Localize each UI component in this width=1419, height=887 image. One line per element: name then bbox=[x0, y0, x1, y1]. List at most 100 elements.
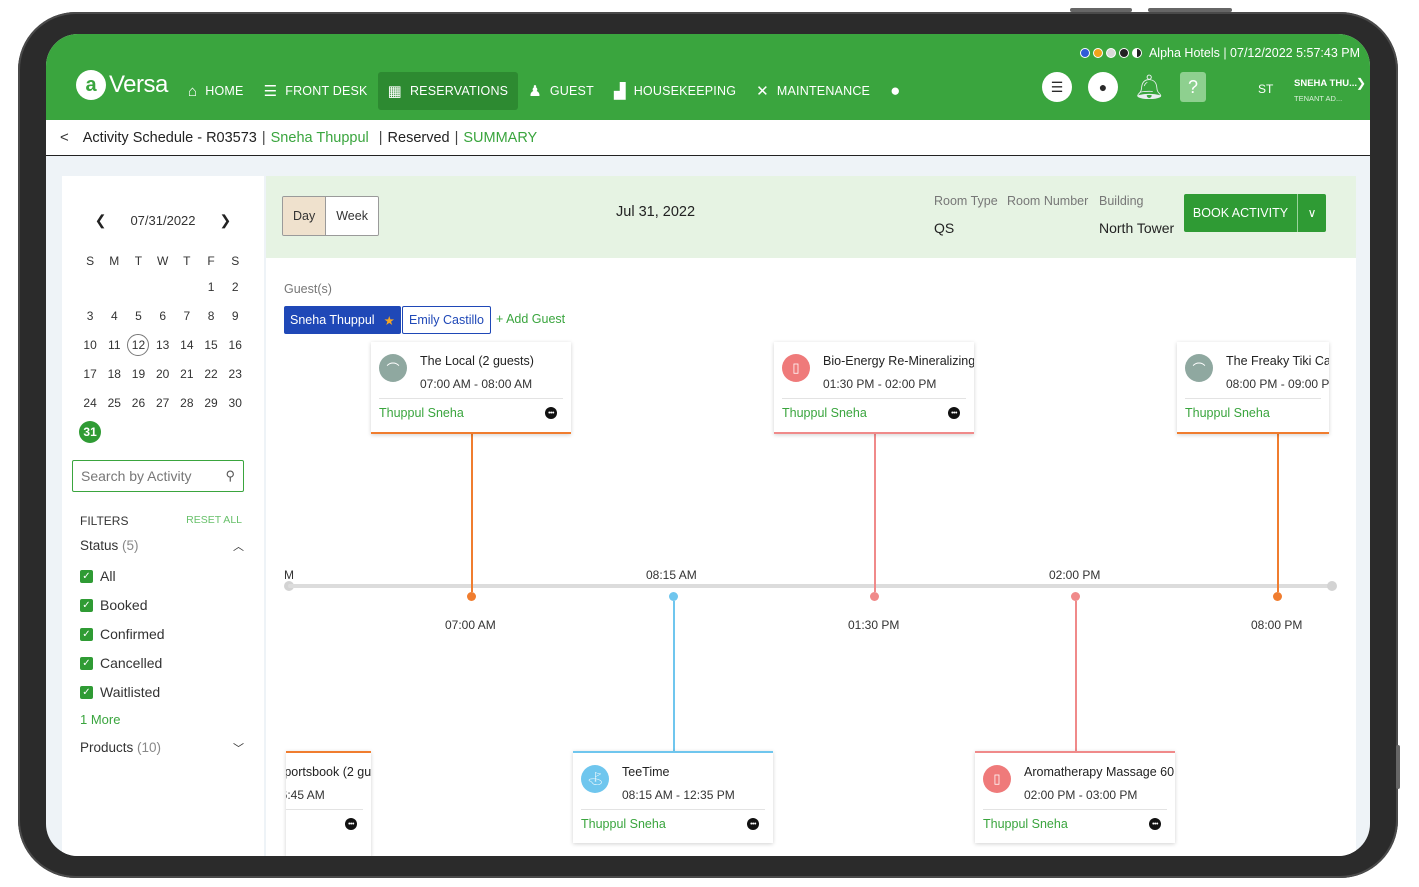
checkbox-checked-icon[interactable]: ✓ bbox=[80, 656, 93, 670]
calendar-day[interactable]: 8 bbox=[199, 305, 223, 327]
timeline-marker[interactable] bbox=[669, 592, 678, 601]
activity-title: TeeTime bbox=[622, 765, 670, 779]
calendar-day[interactable]: 22 bbox=[199, 363, 223, 385]
calendar-header: ❮ 07/31/2022 ❯ bbox=[62, 212, 264, 229]
filter-waitlisted[interactable]: ✓ Waitlisted bbox=[80, 684, 160, 700]
checkbox-checked-icon[interactable]: ✓ bbox=[80, 685, 93, 699]
timeline-axis bbox=[288, 584, 1332, 588]
status-filter-toggle[interactable]: Status (5) ︿ bbox=[80, 538, 244, 554]
add-guest-button[interactable]: + Add Guest bbox=[496, 312, 565, 326]
more-options-icon[interactable]: ••• bbox=[747, 818, 759, 830]
calendar-day[interactable]: 12 bbox=[126, 333, 150, 356]
calendar-day[interactable]: 13 bbox=[151, 334, 175, 356]
products-filter-toggle[interactable]: Products (10) ﹀ bbox=[80, 740, 244, 756]
calendar-day[interactable]: 7 bbox=[175, 305, 199, 327]
view-day-button[interactable]: Day bbox=[283, 197, 327, 235]
calendar-day[interactable]: 26 bbox=[126, 392, 150, 414]
calendar-day[interactable]: 19 bbox=[126, 363, 150, 385]
nav-reservations[interactable]: ▦ RESERVATIONS bbox=[377, 72, 519, 110]
calendar-day[interactable]: 16 bbox=[223, 334, 247, 356]
calendar-day[interactable]: 1 bbox=[199, 276, 223, 298]
activity-card[interactable]: ▯ Aromatherapy Massage 60 Min 02:00 PM -… bbox=[975, 751, 1175, 843]
calendar-day[interactable]: 28 bbox=[175, 392, 199, 414]
summary-link[interactable]: SUMMARY bbox=[463, 130, 537, 146]
activity-card[interactable]: ⛳︎ TeeTime 08:15 AM - 12:35 PM Thuppul S… bbox=[573, 751, 773, 843]
book-activity-button[interactable]: BOOK ACTIVITY ∨ bbox=[1184, 194, 1326, 232]
timeline-marker[interactable] bbox=[870, 592, 879, 601]
activity-time: 08:00 PM - 09:00 PM bbox=[1226, 377, 1329, 391]
search-activity-input[interactable]: Search by Activity ⚲ bbox=[72, 460, 244, 492]
more-filters-link[interactable]: 1 More bbox=[80, 712, 120, 727]
calendar-day[interactable]: 5 bbox=[126, 305, 150, 327]
calendar-day[interactable]: 4 bbox=[102, 305, 126, 327]
reset-all-button[interactable]: RESET ALL bbox=[186, 514, 242, 528]
activity-card[interactable]: ▯ Bio-Energy Re-Mineralizing Facial 01:3… bbox=[774, 342, 974, 434]
calendar-day-number: 19 bbox=[131, 366, 146, 381]
nav-more[interactable]: ● bbox=[880, 72, 918, 110]
versa-logo[interactable]: a Versa bbox=[76, 70, 168, 100]
calendar-day[interactable]: 30 bbox=[223, 392, 247, 414]
timeline-marker[interactable] bbox=[1273, 592, 1282, 601]
back-icon[interactable]: < bbox=[60, 129, 69, 146]
main-nav: ⌂ HOME ☰ FRONT DESK ▦ RESERVATIONS ♟ GUEST ▟… bbox=[178, 72, 919, 110]
filter-cancelled[interactable]: ✓ Cancelled bbox=[80, 655, 162, 671]
calendar-day-number: 30 bbox=[228, 395, 242, 410]
checkbox-checked-icon[interactable]: ✓ bbox=[80, 569, 93, 583]
nav-front-desk[interactable]: ☰ FRONT DESK bbox=[254, 72, 378, 110]
book-activity-label: BOOK ACTIVITY bbox=[1184, 194, 1298, 232]
calendar-day[interactable]: 2 bbox=[223, 276, 247, 298]
room-type-value: QS bbox=[934, 220, 955, 236]
calendar-day[interactable]: 6 bbox=[151, 305, 175, 327]
more-options-icon[interactable]: ••• bbox=[948, 407, 960, 419]
nav-home[interactable]: ⌂ HOME bbox=[178, 72, 254, 110]
calendar-day[interactable]: 27 bbox=[151, 392, 175, 414]
filter-all[interactable]: ✓ All bbox=[80, 568, 116, 584]
calendar-day[interactable]: 24 bbox=[78, 392, 102, 414]
room-number: Room Number bbox=[1007, 194, 1088, 208]
filter-confirmed[interactable]: ✓ Confirmed bbox=[80, 626, 165, 642]
calendar-day[interactable]: 23 bbox=[223, 363, 247, 385]
calendar-day[interactable]: 31 bbox=[78, 420, 102, 443]
filter-booked[interactable]: ✓ Booked bbox=[80, 597, 147, 613]
breadcrumb-guest[interactable]: Sneha Thuppul bbox=[271, 130, 369, 146]
activity-card[interactable]: Sportsbook (2 guests) 06:45 AM ••• bbox=[286, 751, 371, 856]
timeline-marker[interactable] bbox=[1071, 592, 1080, 601]
help-icon[interactable]: ? bbox=[1180, 72, 1206, 102]
calendar-day[interactable]: 15 bbox=[199, 334, 223, 356]
more-options-icon[interactable]: ••• bbox=[1149, 818, 1161, 830]
next-month-icon[interactable]: ❯ bbox=[220, 212, 232, 229]
calendar-day[interactable]: 20 bbox=[151, 363, 175, 385]
calendar-day[interactable]: 17 bbox=[78, 363, 102, 385]
calendar-day[interactable]: 18 bbox=[102, 363, 126, 385]
calendar-day[interactable]: 3 bbox=[78, 305, 102, 327]
nav-guest[interactable]: ♟ GUEST bbox=[518, 72, 604, 110]
activity-card[interactable]: ⌒ The Local (2 guests) 07:00 AM - 08:00 … bbox=[371, 342, 571, 434]
bell-icon[interactable]: 🔔︎ bbox=[1134, 72, 1164, 102]
more-options-icon[interactable]: ••• bbox=[545, 407, 557, 419]
user-initials[interactable]: ST bbox=[1258, 82, 1273, 96]
chevron-down-icon[interactable]: ❯ bbox=[1356, 76, 1366, 90]
guest-chip-primary[interactable]: Sneha Thuppul ★ bbox=[284, 306, 401, 334]
more-options-icon[interactable]: ••• bbox=[345, 818, 357, 830]
prev-month-icon[interactable]: ❮ bbox=[95, 212, 107, 229]
calendar-day[interactable]: 11 bbox=[102, 334, 126, 356]
nav-housekeeping[interactable]: ▟ HOUSEKEEPING bbox=[604, 72, 746, 110]
calendar-day[interactable]: 10 bbox=[78, 334, 102, 356]
view-week-button[interactable]: Week bbox=[326, 197, 378, 235]
device-button bbox=[1070, 8, 1132, 12]
calendar-day[interactable]: 29 bbox=[199, 392, 223, 414]
guest-chip[interactable]: Emily Castillo bbox=[402, 306, 492, 334]
calendar-day[interactable]: 25 bbox=[102, 392, 126, 414]
checkbox-checked-icon[interactable]: ✓ bbox=[80, 598, 93, 612]
checkbox-checked-icon[interactable]: ✓ bbox=[80, 627, 93, 641]
activity-card[interactable]: ⌒ The Freaky Tiki Cabana 08:00 PM - 09:0… bbox=[1177, 342, 1329, 434]
search-list-icon[interactable]: ☰ bbox=[1042, 72, 1072, 102]
calendar-day[interactable]: 14 bbox=[175, 334, 199, 356]
timeline-marker[interactable] bbox=[467, 592, 476, 601]
profile-icon[interactable]: ● bbox=[1088, 72, 1118, 102]
calendar-day[interactable]: 9 bbox=[223, 305, 247, 327]
calendar-day[interactable]: 21 bbox=[175, 363, 199, 385]
chevron-down-icon[interactable]: ∨ bbox=[1298, 206, 1326, 220]
nav-maintenance[interactable]: ✕ MAINTENANCE bbox=[746, 72, 880, 110]
weekday-label: F bbox=[207, 254, 215, 268]
